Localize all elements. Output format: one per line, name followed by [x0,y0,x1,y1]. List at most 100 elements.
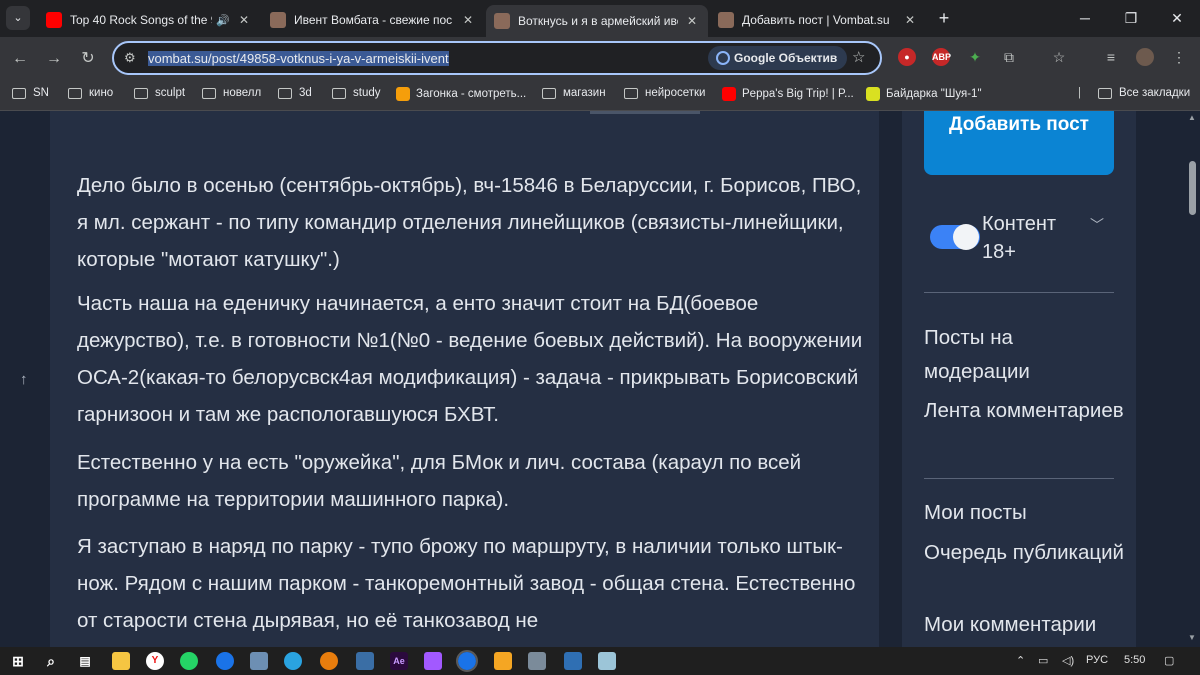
page-scrollbar[interactable]: ▲ ▼ [1185,111,1200,647]
audio-icon[interactable]: 🔊 [216,14,230,27]
bookmark-item[interactable]: новелл [202,87,261,99]
tab-1[interactable]: Top 40 Rock Songs of the 9 🔊 ✕ [38,5,260,35]
youtube-icon [722,87,736,101]
url-text[interactable]: vombat.su/post/49858-votknus-i-ya-v-arme… [148,51,449,66]
bookmark-label: Все закладки [1119,87,1191,99]
menu-kebab-icon[interactable]: ⋮ [1170,48,1188,66]
chrome-active-icon[interactable] [456,650,478,672]
notifications-icon[interactable]: ▢ [1164,654,1174,667]
close-icon[interactable]: ✕ [684,14,700,28]
bookmarks-star-icon[interactable]: ☆ [1050,48,1068,66]
scroll-thumb[interactable] [1189,161,1196,215]
search-icon[interactable]: ⌕ [42,652,60,670]
scroll-indicator [590,111,700,114]
lens-icon [716,51,730,65]
publication-queue-link[interactable]: Очередь публикаций [924,536,1124,570]
bookmark-item[interactable]: кино [68,87,113,99]
site-favicon-icon [494,13,510,29]
record-extension-icon[interactable]: ● [898,48,916,66]
youtube-icon [46,12,62,28]
tab-title: Ивент Вомбата - свежие пос [294,13,453,27]
app-icon[interactable] [564,652,582,670]
telegram-icon[interactable] [284,652,302,670]
color-extension-icon[interactable]: ✦ [966,48,984,66]
folder-icon [624,87,638,99]
language-indicator[interactable]: РУС [1086,654,1108,666]
moderation-posts-link[interactable]: Посты на модерации [924,321,1124,389]
adult-content-toggle[interactable] [930,224,980,250]
app-icon[interactable] [528,652,546,670]
close-icon[interactable]: ✕ [460,13,476,27]
tab-3-active[interactable]: Воткнусь и я в армейский иве ✕ [486,5,708,37]
app-icon[interactable] [356,652,374,670]
tab-search-button[interactable]: ⌄ [6,6,30,30]
scroll-up-icon[interactable]: ▲ [1188,113,1196,122]
chevron-down-icon[interactable]: ﹀ [1090,215,1104,235]
bookmark-item[interactable]: нейросетки [624,87,705,99]
minimize-button[interactable]: ─ [1062,0,1108,37]
bookmark-label: кино [89,87,114,99]
volume-icon[interactable]: ◁) [1062,654,1074,667]
bookmark-label: нейросетки [645,87,706,99]
tab-strip: ⌄ Top 40 Rock Songs of the 9 🔊 ✕ Ивент В… [0,0,1200,37]
network-icon[interactable]: ▭ [1038,654,1048,667]
post-paragraph: Часть наша на еденичку начинается, а ент… [77,292,863,426]
folder-icon [12,87,26,99]
forward-button[interactable]: → [44,49,64,69]
back-button[interactable]: ← [10,49,30,69]
my-comments-link[interactable]: Мои комментарии [924,608,1124,642]
bookmark-label: Загонка - смотреть... [416,88,527,100]
close-window-button[interactable]: ✕ [1154,0,1200,37]
comments-feed-link[interactable]: Лента комментариев [924,394,1124,428]
bookmark-item[interactable]: Байдарка "Шуя-1" [866,87,982,101]
whatsapp-icon[interactable] [180,652,198,670]
media-control-icon[interactable]: ≡ [1102,48,1120,66]
my-posts-link[interactable]: Мои посты [924,496,1124,530]
bookmark-star-icon[interactable]: ☆ [852,48,865,66]
tab-4[interactable]: Добавить пост | Vombat.su ✕ [710,5,926,35]
chrome-icon[interactable] [216,652,234,670]
bookmark-item[interactable]: магазин [542,87,606,99]
file-explorer-icon[interactable] [112,652,130,670]
restore-button[interactable]: ❐ [1108,0,1154,37]
add-post-button[interactable]: Добавить пост [924,111,1114,175]
divider [924,292,1114,293]
clock[interactable]: 5:50 [1124,654,1145,666]
tab-2[interactable]: Ивент Вомбата - свежие пос ✕ [262,5,484,35]
reload-button[interactable]: ↻ [78,49,98,69]
all-bookmarks-button[interactable]: Все закладки [1098,87,1190,99]
calculator-icon[interactable] [250,652,268,670]
start-windows-icon[interactable]: ⊞ [9,652,27,670]
bookmark-item[interactable]: 3d [278,87,312,99]
bookmark-item[interactable]: SN [12,87,49,99]
sidebar: Добавить пост Контент 18+ ﹀ Посты на мод… [902,111,1136,647]
site-info-icon[interactable]: ⚙ [124,50,136,66]
divider [924,478,1114,479]
yandex-browser-icon[interactable]: Y [146,652,164,670]
profile-avatar[interactable] [1136,48,1154,66]
figma-icon[interactable] [424,652,442,670]
bookmark-item[interactable]: Загонка - смотреть... [396,87,526,101]
new-tab-button[interactable]: + [934,8,954,28]
extensions-puzzle-icon[interactable]: ⧉ [1000,48,1018,66]
after-effects-icon[interactable]: Ae [390,652,408,670]
adblock-extension-icon[interactable]: ABP [932,48,951,66]
notepad-icon[interactable] [598,652,616,670]
bookmark-label: sculpt [155,87,186,99]
back-to-top-icon[interactable]: ↑ [20,371,28,388]
bookmark-item[interactable]: Peppa's Big Trip! | P... [722,87,854,101]
close-icon[interactable]: ✕ [236,13,252,27]
bookmark-label: 3d [299,87,312,99]
scroll-down-icon[interactable]: ▼ [1188,633,1196,642]
blender-icon[interactable] [320,652,338,670]
task-view-icon[interactable]: ▤ [76,652,94,670]
folder-icon [68,87,82,99]
address-bar[interactable]: ⚙ vombat.su/post/49858-votknus-i-ya-v-ar… [112,41,882,75]
app-icon[interactable] [494,652,512,670]
site-favicon-icon [270,12,286,28]
close-icon[interactable]: ✕ [902,13,918,27]
bookmark-item[interactable]: study [332,87,381,99]
chevron-up-icon[interactable]: ⌃ [1016,654,1025,667]
google-lens-button[interactable]: Google Объектив [708,46,848,70]
bookmark-item[interactable]: sculpt [134,87,185,99]
